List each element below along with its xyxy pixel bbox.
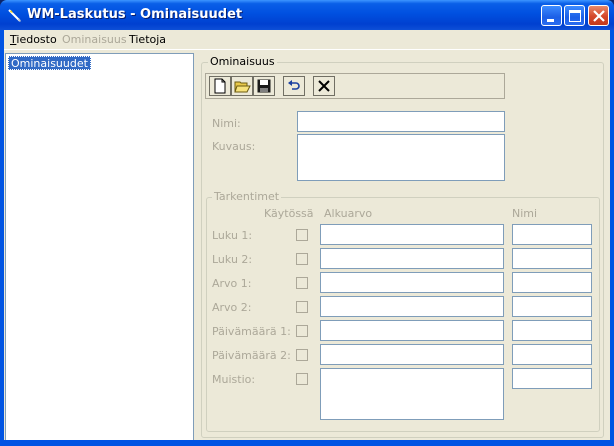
col-initial-value: Alkuarvo	[324, 207, 373, 220]
specifier-in-use-checkbox[interactable]	[296, 253, 308, 265]
undo-icon	[288, 80, 300, 90]
close-button[interactable]	[588, 5, 609, 26]
delete-button[interactable]	[313, 76, 335, 96]
app-icon	[7, 8, 23, 24]
specifier-initial-value-input[interactable]	[320, 368, 504, 420]
ominaisuus-group-label: Ominaisuus	[208, 55, 277, 68]
specifier-label: Arvo 1:	[212, 277, 252, 290]
specifier-in-use-checkbox[interactable]	[296, 325, 308, 337]
open-folder-icon	[234, 81, 251, 93]
specifier-in-use-checkbox[interactable]	[296, 349, 308, 361]
name-input[interactable]	[297, 111, 505, 132]
specifier-in-use-checkbox[interactable]	[296, 229, 308, 241]
specifier-label: Arvo 2:	[212, 301, 252, 314]
col-name: Nimi	[512, 207, 538, 220]
menu-bar: Tiedosto Ominaisuus Tietoja	[4, 30, 610, 50]
specifier-in-use-checkbox[interactable]	[296, 373, 308, 385]
app-window: WM-Laskutus - Ominaisuudet Tiedosto Omin…	[0, 0, 614, 446]
open-button[interactable]	[231, 76, 253, 96]
delete-x-icon	[318, 80, 330, 92]
tarkentimet-group-label: Tarkentimet	[212, 190, 282, 203]
splitter[interactable]	[194, 53, 200, 442]
menu-tietoja[interactable]: Tietoja	[129, 33, 166, 46]
menu-tiedosto[interactable]: Tiedosto	[10, 33, 57, 46]
tree-item-ominaisuudet[interactable]: Ominaisuudet	[8, 56, 91, 70]
specifier-name-input[interactable]	[512, 272, 592, 293]
window-title: WM-Laskutus - Ominaisuudet	[27, 7, 243, 22]
tree-view[interactable]: Ominaisuudet	[5, 53, 194, 442]
specifier-name-input[interactable]	[512, 224, 592, 245]
specifier-name-input[interactable]	[512, 296, 592, 317]
specifier-label: Päivämäärä 2:	[212, 349, 291, 362]
specifier-label: Luku 2:	[212, 253, 253, 266]
specifier-label: Luku 1:	[212, 229, 253, 242]
specifier-name-input[interactable]	[512, 368, 592, 389]
bottom-border	[4, 440, 610, 442]
new-button[interactable]	[209, 76, 231, 96]
minimize-icon	[547, 19, 554, 22]
specifier-name-input[interactable]	[512, 320, 592, 341]
save-disk-icon	[257, 79, 271, 93]
maximize-button[interactable]	[564, 5, 585, 26]
maximize-icon	[569, 10, 581, 22]
specifier-initial-value-input[interactable]	[320, 296, 504, 317]
save-button[interactable]	[253, 76, 275, 96]
name-label: Nimi:	[212, 117, 241, 130]
undo-button[interactable]	[283, 76, 305, 96]
specifier-name-input[interactable]	[512, 344, 592, 365]
specifier-initial-value-input[interactable]	[320, 224, 504, 245]
specifier-initial-value-input[interactable]	[320, 248, 504, 269]
toolbar	[205, 73, 505, 99]
specifier-initial-value-input[interactable]	[320, 272, 504, 293]
specifier-initial-value-input[interactable]	[320, 320, 504, 341]
menu-ominaisuus: Ominaisuus	[62, 33, 127, 46]
client-area: Tiedosto Ominaisuus Tietoja Ominaisuudet…	[4, 30, 610, 442]
specifier-label: Muistio:	[212, 373, 256, 386]
new-document-icon	[214, 78, 226, 94]
close-icon	[593, 10, 605, 22]
specifier-in-use-checkbox[interactable]	[296, 301, 308, 313]
minimize-button[interactable]	[541, 5, 562, 26]
specifier-in-use-checkbox[interactable]	[296, 277, 308, 289]
description-label: Kuvaus:	[212, 140, 256, 153]
description-input[interactable]	[297, 134, 505, 181]
specifier-label: Päivämäärä 1:	[212, 325, 291, 338]
specifier-initial-value-input[interactable]	[320, 344, 504, 365]
specifier-name-input[interactable]	[512, 248, 592, 269]
col-in-use: Käytössä	[264, 207, 314, 220]
title-bar[interactable]: WM-Laskutus - Ominaisuudet	[0, 0, 614, 30]
